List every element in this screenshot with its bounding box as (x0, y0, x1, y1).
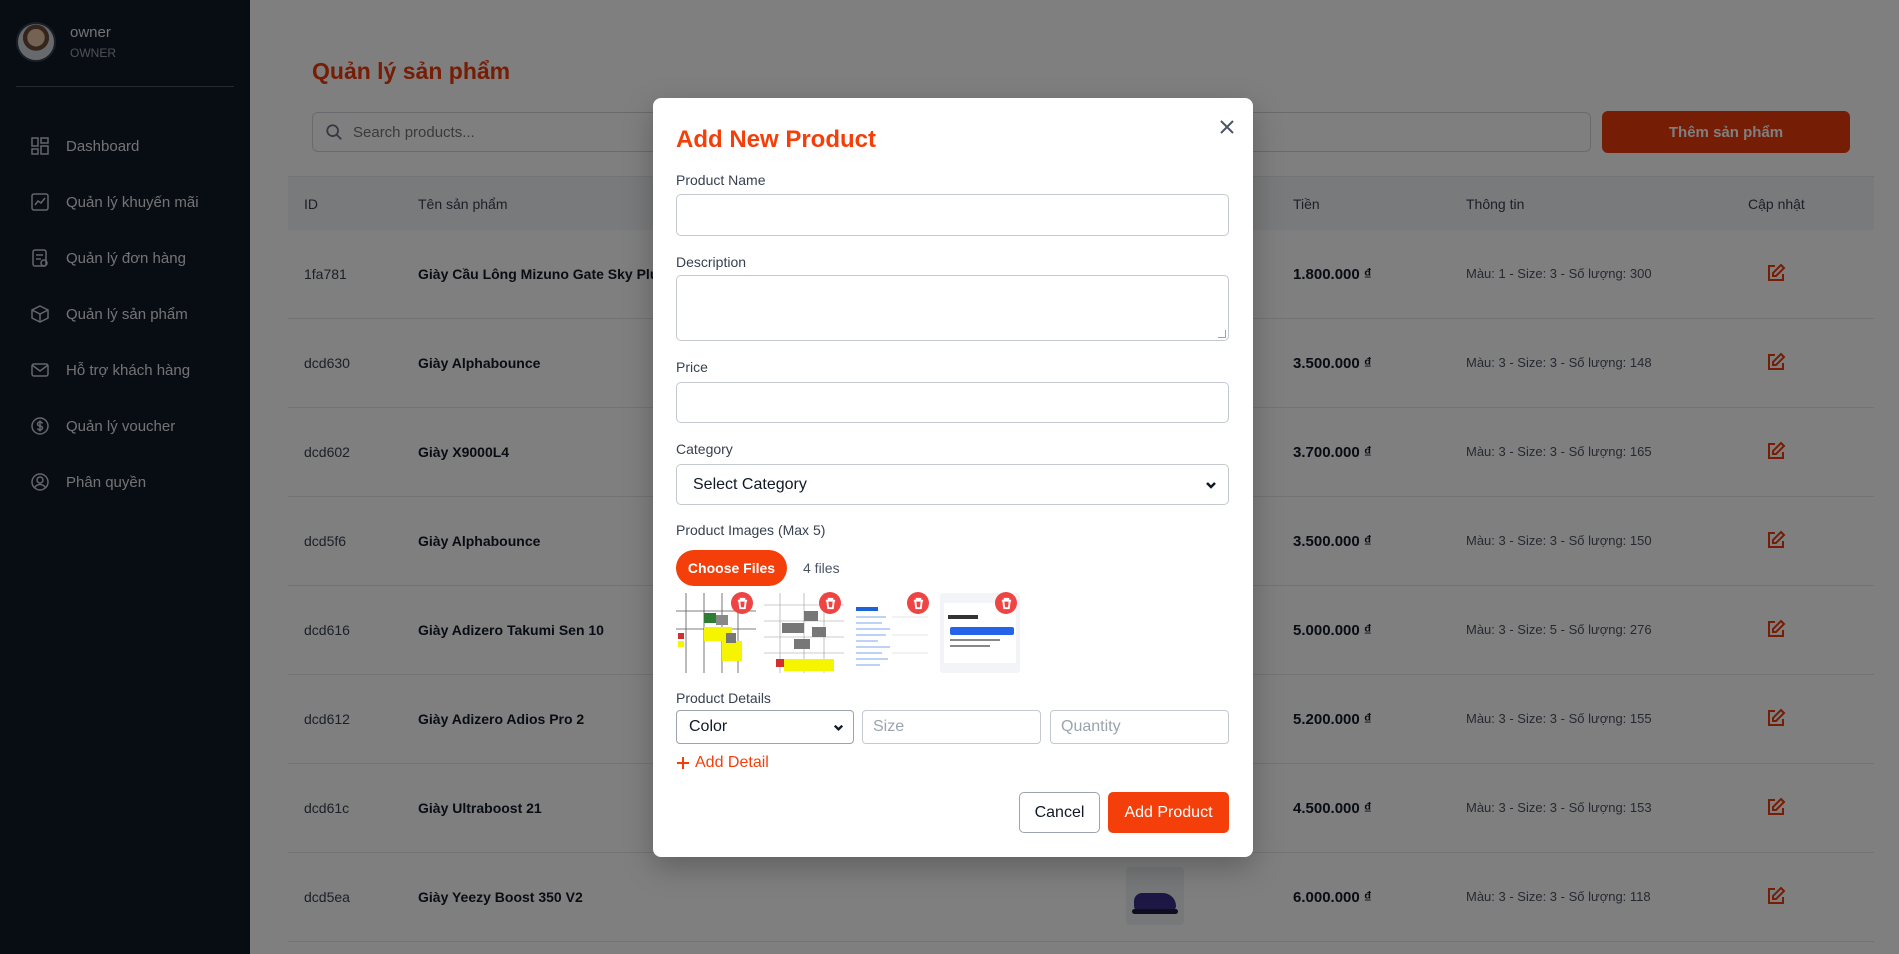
description-label: Description (676, 254, 747, 270)
modal-title: Add New Product (676, 126, 877, 153)
color-selected: Color (689, 718, 728, 735)
category-select[interactable]: Select Category (676, 464, 1229, 505)
choose-files-button[interactable]: Choose Files (676, 550, 787, 586)
category-label: Category (676, 441, 733, 457)
product-name-input[interactable] (676, 194, 1229, 236)
cancel-button[interactable]: Cancel (1019, 792, 1100, 833)
price-input[interactable] (676, 382, 1229, 423)
delete-image-button[interactable] (907, 592, 929, 614)
add-product-submit-button[interactable]: Add Product (1108, 792, 1229, 833)
category-selected: Select Category (693, 475, 807, 493)
product-name-label: Product Name (676, 172, 766, 188)
add-detail-label: Add Detail (695, 754, 769, 771)
add-product-modal: Add New Product Product Name Description… (653, 98, 1253, 857)
delete-image-button[interactable] (731, 592, 753, 614)
delete-image-button[interactable] (995, 592, 1017, 614)
chevron-down-icon (1206, 481, 1216, 489)
resize-handle[interactable] (1218, 330, 1226, 338)
product-details-label: Product Details (676, 690, 771, 706)
delete-image-button[interactable] (819, 592, 841, 614)
add-detail-button[interactable]: Add Detail (676, 754, 769, 772)
size-input[interactable]: Size (862, 710, 1041, 744)
chevron-down-icon (833, 724, 844, 731)
quantity-input[interactable]: Quantity (1050, 710, 1229, 744)
close-icon[interactable] (1214, 114, 1240, 140)
images-label: Product Images (Max 5) (676, 522, 826, 538)
color-select[interactable]: Color (676, 710, 854, 744)
files-count: 4 files (803, 560, 840, 576)
description-textarea[interactable] (676, 275, 1229, 341)
plus-icon (677, 757, 689, 769)
price-label: Price (676, 359, 708, 375)
